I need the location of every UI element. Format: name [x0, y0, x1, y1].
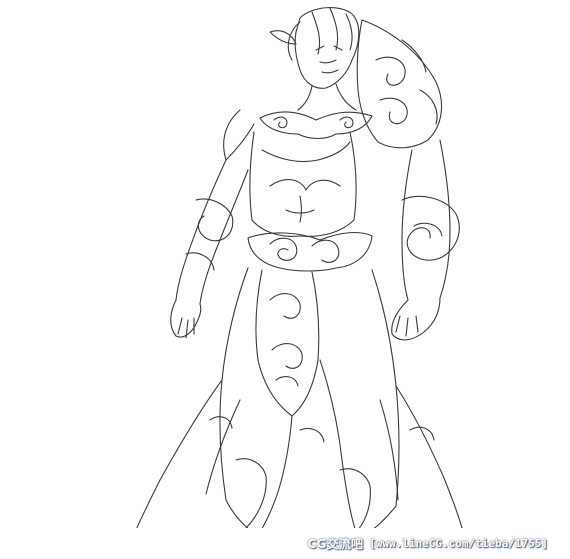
watermark-site-name: CG交流吧 [307, 536, 364, 551]
character-line-art [135, 7, 463, 533]
right-arm [391, 139, 460, 341]
torso [249, 131, 357, 237]
artwork-frame [0, 0, 570, 559]
shoulder-armor [223, 19, 443, 161]
legs-and-robes [135, 267, 463, 533]
watermark-url: [www.lineCG.com/tieba/1755] [369, 536, 548, 550]
head-outline [269, 7, 360, 89]
tabard [255, 269, 320, 417]
watermark: CG交流吧 [www.lineCG.com/tieba/1755] [308, 533, 548, 553]
belt [247, 231, 373, 272]
left-arm [170, 159, 249, 339]
collar [259, 83, 373, 140]
